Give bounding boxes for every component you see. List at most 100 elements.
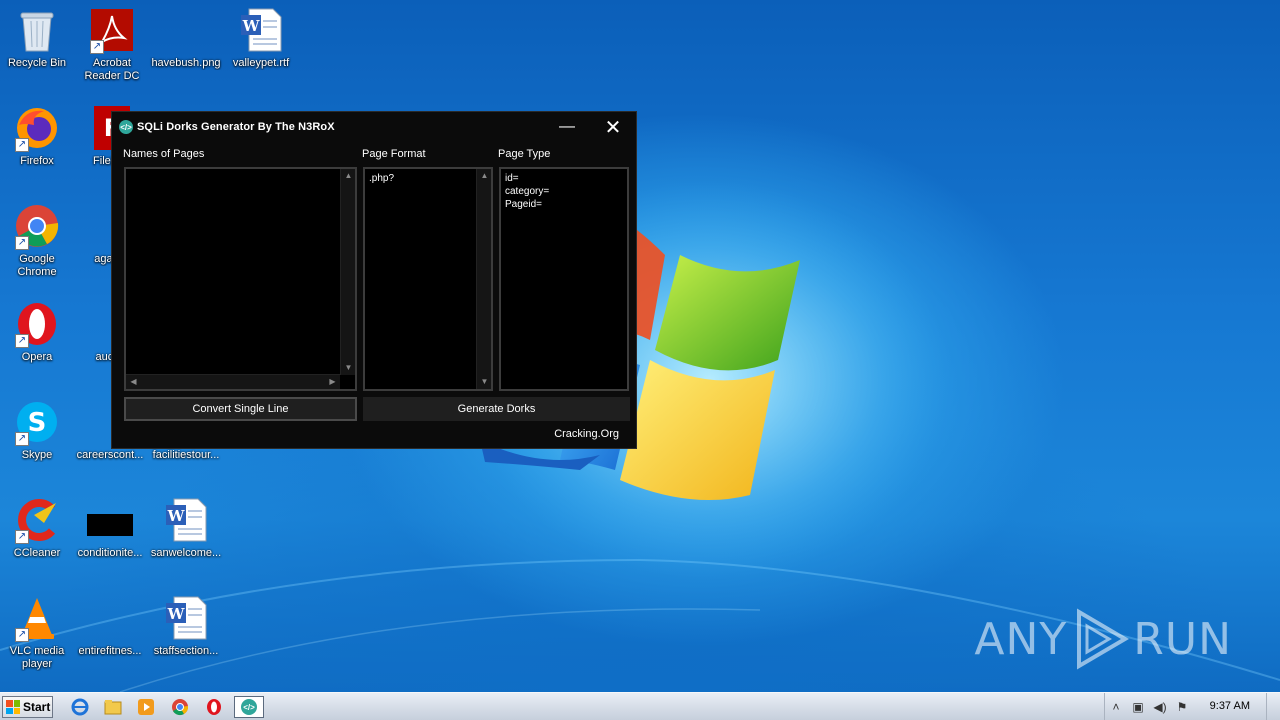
scroll-down-icon[interactable]: ▼: [477, 378, 492, 386]
app-code-icon: </>: [119, 120, 133, 134]
page-format-textarea[interactable]: .php? ▲ ▼: [363, 167, 493, 391]
scroll-up-icon[interactable]: ▲: [341, 172, 356, 180]
minimize-button[interactable]: —: [544, 112, 590, 142]
anyrun-watermark: ANY RUN: [974, 608, 1232, 670]
desktop-icon-label: entirefitnes...: [78, 645, 142, 657]
windows-logo-icon: [6, 700, 20, 714]
taskbar: Start </> ˄ ▣ ◀) ⚑ 9:37 AM: [0, 692, 1280, 720]
desktop-icon-label: conditionite...: [77, 547, 143, 559]
page-format-label: Page Format: [362, 148, 426, 160]
vertical-scrollbar[interactable]: ▲ ▼: [476, 169, 491, 389]
names-of-pages-textarea[interactable]: ▲ ▼ ◀ ▶: [124, 167, 357, 391]
desktop-icon-conditionite[interactable]: conditionite...: [73, 496, 147, 578]
desktop-icon-valleypet[interactable]: W valleypet.rtf: [224, 6, 298, 88]
desktop-icon-label: CCleaner: [13, 547, 61, 559]
shortcut-arrow-icon: ↗: [15, 530, 29, 544]
network-icon[interactable]: ▣: [1127, 700, 1149, 714]
shortcut-arrow-icon: ↗: [15, 432, 29, 446]
desktop: Recycle Bin ↗ Firefox ↗ Google Chrome ↗ …: [0, 0, 1280, 692]
start-button[interactable]: Start: [2, 696, 53, 718]
page-type-textarea[interactable]: id= category= Pageid=: [499, 167, 629, 391]
page-type-line: category=: [505, 186, 550, 197]
desktop-icon-opera[interactable]: ↗ Opera: [0, 300, 74, 382]
action-center-flag-icon[interactable]: ⚑: [1171, 700, 1193, 714]
desktop-icon-label: careerscont...: [76, 449, 144, 461]
skype-icon: S ↗: [13, 398, 61, 446]
scroll-down-icon[interactable]: ▼: [341, 364, 356, 372]
desktop-icon-label: facilitiestour...: [152, 449, 220, 461]
generate-dorks-button[interactable]: Generate Dorks: [363, 397, 630, 421]
page-format-text: .php?: [369, 173, 395, 184]
play-icon: [1077, 608, 1130, 670]
desktop-icon-skype[interactable]: S ↗ Skype: [0, 398, 74, 480]
title-bar[interactable]: </> SQLi Dorks Generator By The N3RoX — …: [112, 112, 636, 142]
shortcut-arrow-icon: ↗: [15, 236, 29, 250]
desktop-icon-label: Skype: [21, 449, 53, 461]
desktop-icon-label: staffsection...: [153, 645, 219, 657]
scroll-up-icon[interactable]: ▲: [477, 172, 492, 180]
desktop-icon-label: Google Chrome: [17, 253, 57, 278]
opera-icon: ↗: [13, 300, 61, 348]
watermark-left: ANY: [974, 613, 1068, 665]
volume-icon[interactable]: ◀): [1149, 700, 1171, 714]
sqli-dorks-generator-window[interactable]: </> SQLi Dorks Generator By The N3RoX — …: [111, 111, 637, 449]
svg-text:W: W: [167, 507, 186, 525]
file-icon: [86, 594, 134, 642]
desktop-icon-label: VLC media player: [9, 645, 65, 670]
desktop-icon-havebush[interactable]: havebush.png: [149, 6, 223, 88]
page-type-label: Page Type: [498, 148, 551, 160]
word-document-icon: W: [162, 496, 210, 544]
convert-single-line-button[interactable]: Convert Single Line: [124, 397, 357, 421]
scroll-right-icon[interactable]: ▶: [325, 378, 340, 386]
desktop-icon-firefox[interactable]: ↗ Firefox: [0, 104, 74, 186]
word-document-icon: W: [162, 594, 210, 642]
desktop-icon-sanwelcome[interactable]: W sanwelcome...: [149, 496, 223, 578]
names-of-pages-label: Names of Pages: [123, 148, 205, 160]
chrome-icon: ↗: [13, 202, 61, 250]
horizontal-scrollbar[interactable]: ◀ ▶: [126, 374, 340, 389]
desktop-icon-label: Acrobat Reader DC: [84, 57, 140, 82]
desktop-icon-ccleaner[interactable]: ↗ CCleaner: [0, 496, 74, 578]
svg-text:W: W: [242, 17, 261, 35]
show-hidden-icons-icon[interactable]: ˄: [1105, 700, 1127, 714]
shortcut-arrow-icon: ↗: [15, 334, 29, 348]
desktop-icon-entirefitnes[interactable]: entirefitnes...: [73, 594, 147, 676]
desktop-icon-staffsection[interactable]: W staffsection...: [149, 594, 223, 676]
desktop-icon-recycle-bin[interactable]: Recycle Bin: [0, 6, 74, 88]
black-image-icon: [86, 496, 134, 544]
shortcut-arrow-icon: ↗: [90, 40, 104, 54]
show-desktop-button[interactable]: [1266, 693, 1280, 720]
desktop-icon-label: valleypet.rtf: [232, 57, 290, 69]
close-button[interactable]: ✕: [590, 112, 636, 142]
cracking-org-link[interactable]: Cracking.Org: [554, 428, 619, 440]
desktop-icon-label: Opera: [21, 351, 53, 363]
chrome-taskbar-icon[interactable]: [169, 697, 191, 717]
page-type-line: id=: [505, 173, 519, 184]
sqli-dorks-taskbar-button[interactable]: </>: [234, 696, 264, 718]
start-label: Start: [23, 700, 51, 714]
file-explorer-icon[interactable]: [102, 697, 124, 717]
vlc-icon: ↗: [13, 594, 61, 642]
media-player-icon[interactable]: [135, 697, 157, 717]
internet-explorer-icon[interactable]: [69, 697, 91, 717]
svg-text:S: S: [28, 408, 47, 438]
shortcut-arrow-icon: ↗: [15, 138, 29, 152]
page-type-line: Pageid=: [505, 199, 542, 210]
svg-text:W: W: [167, 605, 186, 623]
desktop-icon-label: havebush.png: [151, 57, 221, 69]
acrobat-icon: ↗: [88, 6, 136, 54]
watermark-right: RUN: [1133, 613, 1232, 665]
vertical-scrollbar[interactable]: ▲ ▼: [340, 169, 355, 375]
clock[interactable]: 9:37 AM: [1210, 700, 1250, 712]
opera-taskbar-icon[interactable]: [203, 697, 225, 717]
window-title: SQLi Dorks Generator By The N3RoX: [137, 121, 335, 133]
desktop-icon-vlc[interactable]: ↗ VLC media player: [0, 594, 74, 676]
shortcut-arrow-icon: ↗: [15, 628, 29, 642]
desktop-icon-chrome[interactable]: ↗ Google Chrome: [0, 202, 74, 284]
recycle-bin-icon: [13, 6, 61, 54]
scroll-left-icon[interactable]: ◀: [126, 378, 141, 386]
app-code-icon: </>: [241, 699, 257, 715]
word-document-icon: W: [237, 6, 285, 54]
desktop-icon-acrobat[interactable]: ↗ Acrobat Reader DC: [75, 6, 149, 88]
ccleaner-icon: ↗: [13, 496, 61, 544]
